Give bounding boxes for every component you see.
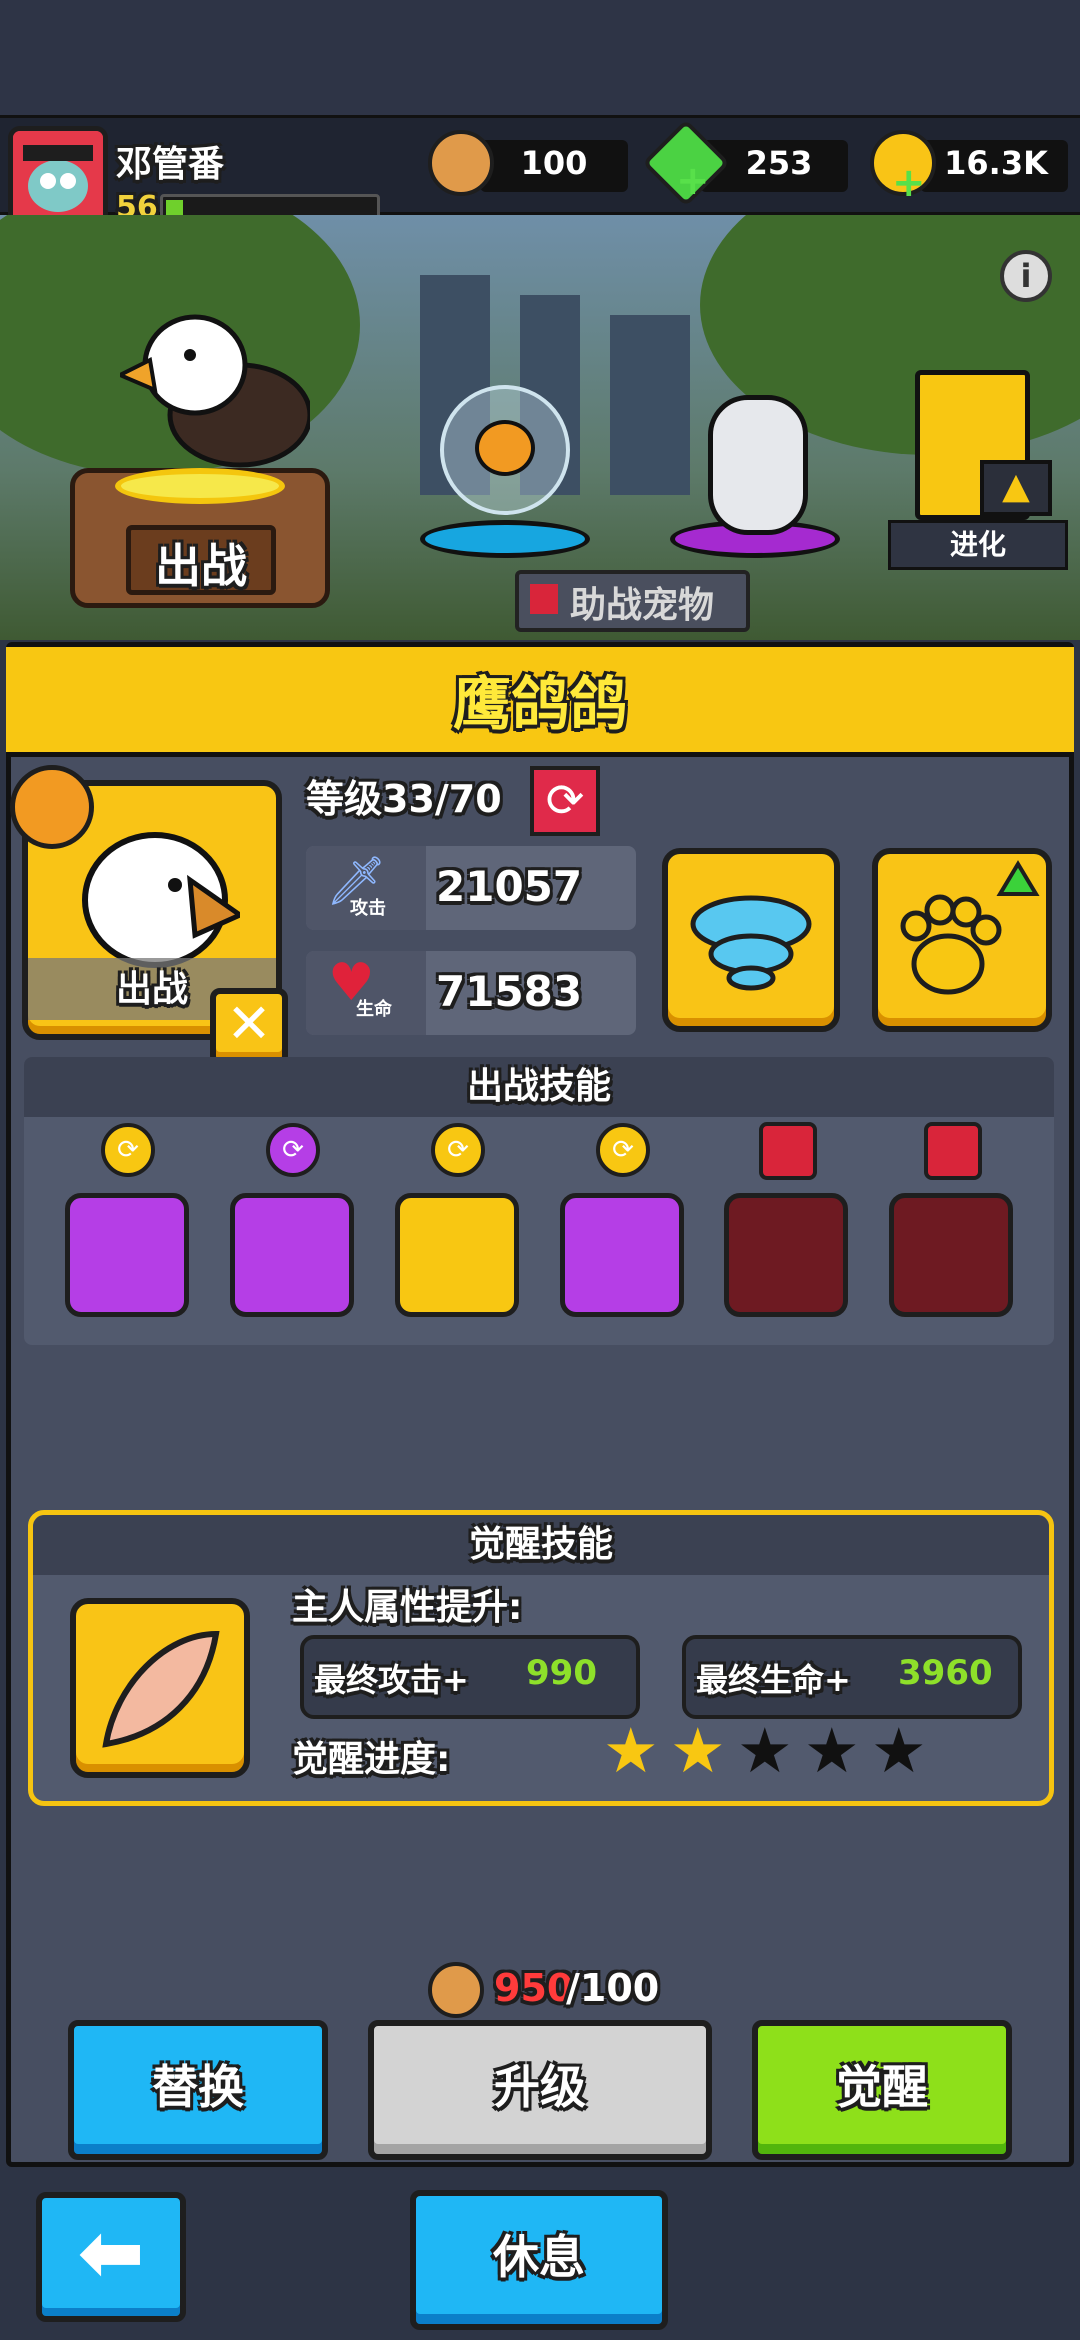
eagle-pet-sprite[interactable] [115, 305, 313, 479]
cost-required: /100 [566, 1966, 660, 2010]
fish-pedestal[interactable] [420, 520, 590, 558]
avatar[interactable] [8, 126, 108, 226]
deploy-sign-label: 出战 [155, 539, 247, 593]
pet-name-title: 鹰鸽鸽 [452, 670, 627, 738]
attack-tag: 攻击 [350, 898, 386, 919]
evolve-arrow-icon: ▲ [980, 460, 1052, 516]
star-filled-icon: ★ [603, 1714, 659, 1787]
dog-token-value: 100 [520, 144, 588, 182]
star-empty-icon: ★ [871, 1714, 927, 1787]
upgrade-button[interactable]: 升级 [368, 2020, 712, 2160]
reset-level-icon[interactable]: ⟳ [530, 766, 600, 836]
cost-current: 950 [494, 1966, 574, 2010]
dog-token-cost-icon [428, 1962, 484, 2018]
top-strip [0, 0, 1080, 115]
skill-rotate-icon: ⟳ [266, 1123, 320, 1177]
awaken-button[interactable]: 觉醒 [752, 2020, 1012, 2160]
flag-icon [530, 584, 558, 614]
skill-slot-locked[interactable] [724, 1193, 848, 1317]
player-name: 邓管番 [116, 144, 225, 185]
final-hp-value: 3960 [898, 1653, 993, 1693]
hp-value: 71583 [436, 967, 583, 1016]
whirlwind-skill-button[interactable] [662, 848, 840, 1032]
gold-coin-value: 16.3K [944, 144, 1048, 182]
skill-slot-treasure-percent[interactable] [65, 1193, 189, 1317]
skill-slot-paw-cooldown[interactable] [395, 1193, 519, 1317]
skill-rotate-icon: ⟳ [101, 1123, 155, 1177]
goldfish-pet-sprite[interactable] [475, 420, 535, 476]
skill-rotate-icon: ⟳ [596, 1123, 650, 1177]
star-empty-icon: ★ [737, 1714, 793, 1787]
feather-skill-icon[interactable] [70, 1598, 250, 1778]
green-gem-value: 253 [745, 144, 813, 182]
paw-upgrade-button[interactable] [872, 848, 1052, 1032]
replace-button[interactable]: 替换 [68, 2020, 328, 2160]
info-icon[interactable]: i [1000, 250, 1052, 302]
unequip-icon[interactable]: ✕ [210, 988, 288, 1066]
back-arrow-icon[interactable]: ⬅ [36, 2192, 186, 2322]
skill-rotate-icon: ⟳ [431, 1123, 485, 1177]
evolve-button[interactable]: 进化 [888, 520, 1068, 570]
pet-class-badge-icon [10, 765, 94, 849]
awaken-skill-title: 觉醒技能 [33, 1515, 1049, 1575]
awaken-progress-label: 觉醒进度: [292, 1739, 451, 1780]
lock-icon [759, 1122, 817, 1180]
lock-icon [924, 1122, 982, 1180]
hp-tag: 生命 [356, 999, 392, 1020]
battle-skills-title: 出战技能 [24, 1057, 1054, 1117]
rest-button[interactable]: 休息 [410, 2190, 668, 2330]
final-attack-value: 990 [526, 1653, 597, 1693]
final-hp-label: 最终生命+ [696, 1661, 851, 1699]
robot-pet-sprite[interactable] [708, 395, 808, 535]
eagle-portrait-icon [70, 820, 246, 974]
owner-boost-label: 主人属性提升: [292, 1587, 523, 1628]
pet-level: 等级33/70 [306, 777, 502, 821]
skill-slot-paw-up[interactable] [560, 1193, 684, 1317]
skill-slot-paw-fire[interactable] [230, 1193, 354, 1317]
assist-pet-label: 助战宠物 [570, 585, 715, 626]
star-empty-icon: ★ [804, 1714, 860, 1787]
add-gold-plus-icon[interactable]: + [892, 160, 926, 206]
final-attack-label: 最终攻击+ [314, 1661, 469, 1699]
attack-value: 21057 [436, 862, 583, 911]
star-filled-icon: ★ [670, 1714, 726, 1787]
skill-slot-locked[interactable] [889, 1193, 1013, 1317]
